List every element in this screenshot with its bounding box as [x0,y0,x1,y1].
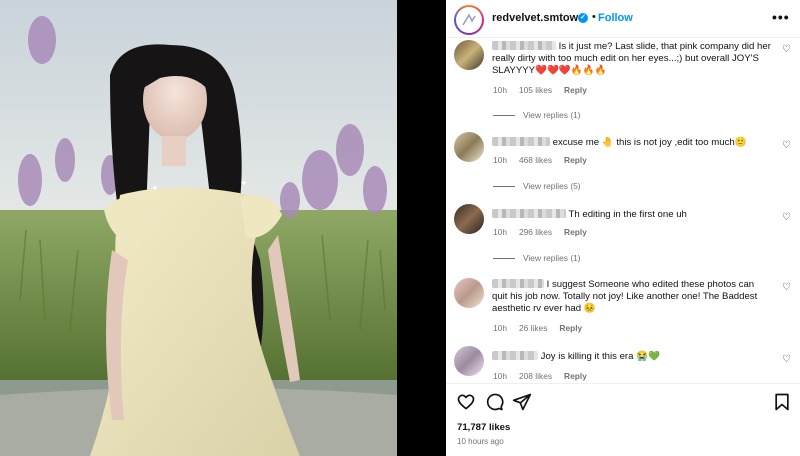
account-logo-icon [456,7,482,33]
comment-bubble-icon[interactable] [484,392,504,412]
verified-badge-icon: ✓ [578,13,588,23]
comment-time: 10h [493,155,507,165]
comment-time: 10h [493,227,507,237]
svg-text:✦: ✦ [151,184,159,194]
post-image: ✦ ✦ [0,0,397,456]
comment-meta: 10h 208 likes Reply [493,371,587,381]
view-replies-label: View replies (1) [523,253,581,263]
like-comment-heart-icon[interactable]: ♡ [782,44,791,55]
comment-body: Joy is killing it this era 😭💚 [492,351,772,363]
post-timestamp[interactable]: 10 hours ago [457,437,504,446]
comment-text: Th editing in the first one uh [568,209,687,220]
view-replies-button[interactable]: View replies (1) [493,253,581,263]
comment-body: Is it just me? Last slide, that pink com… [492,41,772,78]
reply-button[interactable]: Reply [559,323,582,333]
account-avatar[interactable] [454,5,484,35]
comment-likes[interactable]: 105 likes [519,85,552,95]
comment-meta: 10h 468 likes Reply [493,155,587,165]
commenter-username-blurred[interactable] [492,279,544,288]
post-header: redvelvet.smtown ✓ • Follow ••• [446,0,800,38]
view-replies-button[interactable]: View replies (5) [493,181,581,191]
comment-meta: 10h 296 likes Reply [493,227,587,237]
post-viewer: ✦ ✦ redvelvet.smtown ✓ • Follow ••• Is i… [0,0,800,456]
comment-body: excuse me 🤚 this is not joy ,edit too mu… [492,137,772,149]
commenter-avatar[interactable] [454,278,484,308]
comments-panel: redvelvet.smtown ✓ • Follow ••• Is it ju… [446,0,800,456]
commenter-username-blurred[interactable] [492,209,566,218]
view-replies-label: View replies (1) [523,110,581,120]
account-username[interactable]: redvelvet.smtown [492,12,585,24]
comment-text: Joy is killing it this era 😭💚 [540,351,660,362]
commenter-username-blurred[interactable] [492,41,556,50]
comment-body: I suggest Someone who edited these photo… [492,279,772,316]
like-comment-heart-icon[interactable]: ♡ [782,282,791,293]
comment-text: excuse me 🤚 this is not joy ,edit too mu… [552,137,747,148]
header-separator: • [592,11,596,23]
comment-likes[interactable]: 468 likes [519,155,552,165]
post-photo[interactable]: ✦ ✦ [0,0,397,456]
commenter-avatar[interactable] [454,132,484,162]
divider-line [493,257,515,259]
comment-list[interactable]: Is it just me? Last slide, that pink com… [446,38,800,383]
like-comment-heart-icon[interactable]: ♡ [782,212,791,223]
divider-line [493,185,515,187]
divider-line [493,114,515,116]
reply-button[interactable]: Reply [564,371,587,381]
post-likes-count[interactable]: 71,787 likes [457,422,510,433]
comment-likes[interactable]: 26 likes [519,323,547,333]
reply-button[interactable]: Reply [564,155,587,165]
more-options-icon[interactable]: ••• [772,9,790,25]
comment-likes[interactable]: 208 likes [519,371,552,381]
view-replies-button[interactable]: View replies (1) [493,110,581,120]
like-heart-icon[interactable] [456,392,476,412]
comment-time: 10h [493,85,507,95]
comment-time: 10h [493,323,507,333]
commenter-avatar[interactable] [454,346,484,376]
comment-meta: 10h 26 likes Reply [493,323,582,333]
like-comment-heart-icon[interactable]: ♡ [782,140,791,151]
commenter-avatar[interactable] [454,40,484,70]
share-paper-plane-icon[interactable] [512,392,532,412]
follow-button[interactable]: Follow [598,12,633,24]
comment-likes[interactable]: 296 likes [519,227,552,237]
reply-button[interactable]: Reply [564,85,587,95]
like-comment-heart-icon[interactable]: ♡ [782,354,791,365]
comment-time: 10h [493,371,507,381]
view-replies-label: View replies (5) [523,181,581,191]
comment-body: Th editing in the first one uh [492,209,772,221]
save-bookmark-icon[interactable] [772,392,792,412]
reply-button[interactable]: Reply [564,227,587,237]
commenter-username-blurred[interactable] [492,351,538,360]
comment-meta: 10h 105 likes Reply [493,85,587,95]
commenter-username-blurred[interactable] [492,137,550,146]
svg-text:✦: ✦ [240,179,248,189]
commenter-avatar[interactable] [454,204,484,234]
